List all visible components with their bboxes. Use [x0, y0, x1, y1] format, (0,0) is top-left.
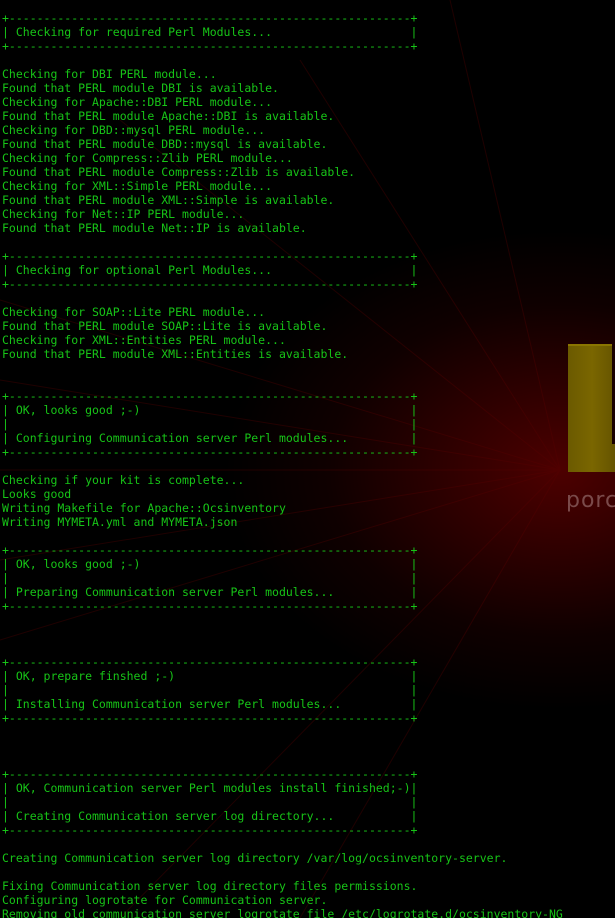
terminal-line: Found that PERL module Apache::DBI is av… — [2, 109, 335, 123]
terminal-line: Checking for DBI PERL module... — [2, 67, 217, 81]
terminal-line: Found that PERL module XML::Entities is … — [2, 347, 349, 361]
terminal-line: +---------------------------------------… — [2, 655, 418, 669]
terminal-line: Found that PERL module Compress::Zlib is… — [2, 165, 356, 179]
terminal-line: Creating Communication server log direct… — [2, 851, 508, 865]
terminal-line: | OK, Communication server Perl modules … — [2, 781, 418, 795]
terminal-line: +---------------------------------------… — [2, 599, 418, 613]
terminal-line: +---------------------------------------… — [2, 277, 418, 291]
terminal-line: Looks good — [2, 487, 72, 501]
terminal-line: | OK, prepare finshed ;-) | — [2, 669, 418, 683]
terminal-line: Found that PERL module XML::Simple is av… — [2, 193, 335, 207]
terminal-line: | | — [2, 571, 418, 585]
terminal-line: Checking for SOAP::Lite PERL module... — [2, 305, 266, 319]
terminal-line: +---------------------------------------… — [2, 39, 418, 53]
terminal-line: Checking for Net::IP PERL module... — [2, 207, 245, 221]
terminal-line: | Installing Communication server Perl m… — [2, 697, 418, 711]
terminal-line: Found that PERL module Net::IP is availa… — [2, 221, 307, 235]
terminal-line: +---------------------------------------… — [2, 11, 418, 25]
terminal-line: +---------------------------------------… — [2, 445, 418, 459]
terminal-line: Checking for XML::Entities PERL module..… — [2, 333, 286, 347]
terminal-line: +---------------------------------------… — [2, 543, 418, 557]
terminal-line: Checking for Apache::DBI PERL module... — [2, 95, 273, 109]
terminal-line: | OK, looks good ;-) | — [2, 557, 418, 571]
terminal-line: Writing Makefile for Apache::Ocsinventor… — [2, 501, 286, 515]
terminal-line: Removing old communication server logrot… — [2, 907, 563, 918]
terminal-line: | Checking for optional Perl Modules... … — [2, 263, 418, 277]
terminal-line: Found that PERL module DBD::mysql is ava… — [2, 137, 328, 151]
terminal-line: Checking for Compress::Zlib PERL module.… — [2, 151, 293, 165]
terminal-line: | Creating Communication server log dire… — [2, 809, 418, 823]
terminal-line: Checking for DBD::mysql PERL module... — [2, 123, 266, 137]
terminal-output[interactable]: +---------------------------------------… — [2, 11, 577, 918]
terminal-line: Fixing Communication server log director… — [2, 879, 418, 893]
terminal-line: Writing MYMETA.yml and MYMETA.json — [2, 515, 238, 529]
terminal-line: | OK, looks good ;-) | — [2, 403, 418, 417]
terminal-window[interactable]: porc +----------------------------------… — [0, 0, 615, 918]
terminal-line: | | — [2, 417, 418, 431]
terminal-line: Configuring logrotate for Communication … — [2, 893, 328, 907]
terminal-line: Checking for XML::Simple PERL module... — [2, 179, 273, 193]
terminal-line: | Preparing Communication server Perl mo… — [2, 585, 418, 599]
terminal-line: | | — [2, 683, 418, 697]
terminal-line: +---------------------------------------… — [2, 389, 418, 403]
terminal-line: | | — [2, 795, 418, 809]
terminal-line: | Checking for required Perl Modules... … — [2, 25, 418, 39]
terminal-line: +---------------------------------------… — [2, 711, 418, 725]
terminal-line: +---------------------------------------… — [2, 249, 418, 263]
terminal-line: | Configuring Communication server Perl … — [2, 431, 418, 445]
terminal-line: Found that PERL module DBI is available. — [2, 81, 279, 95]
terminal-line: +---------------------------------------… — [2, 767, 418, 781]
terminal-line: Checking if your kit is complete... — [2, 473, 245, 487]
terminal-line: +---------------------------------------… — [2, 823, 418, 837]
terminal-line: Found that PERL module SOAP::Lite is ava… — [2, 319, 328, 333]
